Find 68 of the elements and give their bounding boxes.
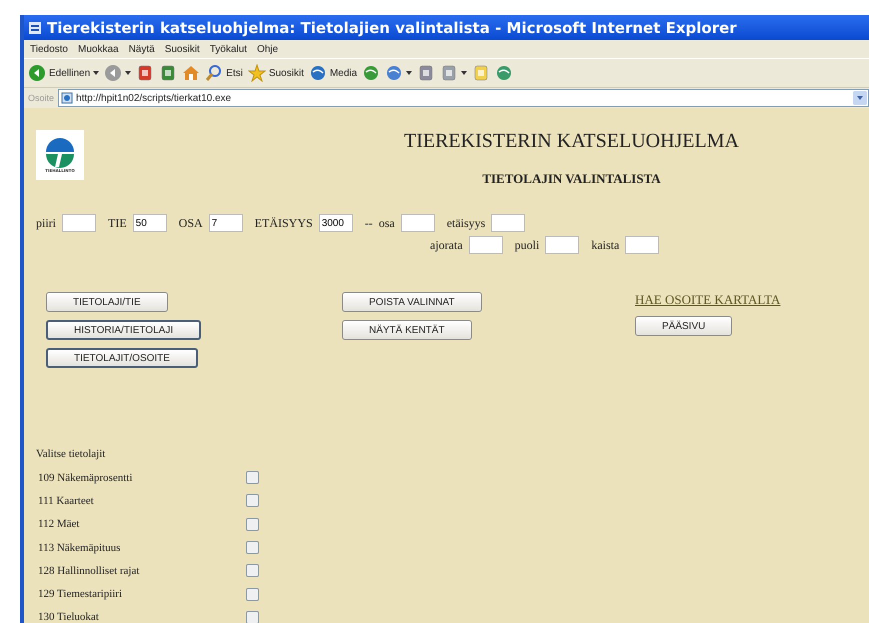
field-label: etäisyys: [446, 216, 486, 230]
data-type-label: 112 Mäet: [38, 518, 80, 530]
data-type-label: 109 Näkemäprosentti: [38, 472, 134, 484]
page-icon: [61, 92, 74, 104]
address-field[interactable]: http://hpit1n02/scripts/tierkat10.exe: [58, 89, 869, 107]
search-icon: [205, 64, 224, 82]
input-field[interactable]: [62, 214, 96, 232]
field-label: ajorata: [430, 238, 463, 252]
logo-icon: [45, 138, 75, 168]
caret-icon[interactable]: [125, 71, 132, 75]
form-button[interactable]: PÄÄSIVU: [635, 316, 732, 336]
dropdown-icon[interactable]: [853, 91, 867, 105]
input-field[interactable]: [491, 214, 526, 232]
checkbox[interactable]: [246, 564, 259, 578]
field-label: puoli: [514, 238, 540, 252]
form-button[interactable]: TIETOLAJIT/OSOITE: [46, 348, 198, 368]
field-label: piiri: [36, 216, 56, 230]
data-type-label: 128 Hallinnolliset rajat: [38, 564, 140, 577]
toolbar-button[interactable]: Media: [308, 64, 358, 82]
field-label: kaista: [591, 238, 620, 252]
field-label: osa: [378, 216, 395, 230]
input-field[interactable]: [468, 236, 503, 254]
data-type-label: 129 Tiemestaripiiri: [38, 588, 124, 600]
form-button[interactable]: TIETOLAJI/TIE: [46, 292, 168, 312]
data-type-label: 111 Kaarteet: [38, 494, 95, 507]
checkbox[interactable]: [246, 471, 259, 484]
range-separator: --: [364, 216, 373, 230]
toolbar-button[interactable]: Edellinen: [28, 64, 90, 82]
input-field[interactable]: [625, 236, 660, 254]
data-type-label: 130 Tieluokat: [38, 611, 100, 623]
input-field[interactable]: 7: [208, 214, 243, 232]
field-label: ETÄISYYS: [254, 216, 313, 230]
form-button[interactable]: NÄYTÄ KENTÄT: [342, 320, 472, 340]
toolbar-button[interactable]: Etsi: [205, 64, 243, 82]
checkbox[interactable]: [246, 610, 259, 623]
menu-item[interactable]: Tiedosto: [30, 44, 68, 54]
window-title: Tierekisterin katseluohjelma: Tietolajien valintalista - Microsoft Internet Explorer: [47, 18, 737, 36]
field-label: OSA: [178, 216, 203, 230]
address-label: Osoite: [28, 93, 54, 103]
browser-icon: [28, 20, 42, 34]
star-icon: [248, 64, 266, 82]
menu-item[interactable]: Ohje: [256, 44, 278, 54]
map-link[interactable]: HAE OSOITE KARTALTA: [635, 292, 780, 308]
list-label: Valitse tietolajit: [36, 448, 106, 460]
checkbox[interactable]: [246, 518, 259, 531]
page-heading: TIEREKISTERIN KATSELUOHJELMA: [404, 130, 739, 153]
toolbar-button[interactable]: Suosikit: [248, 64, 304, 82]
checkbox[interactable]: [246, 494, 259, 508]
menu-item[interactable]: Näytä: [128, 44, 155, 54]
menu-item[interactable]: Työkalut: [210, 44, 247, 54]
form-button[interactable]: POISTA VALINNAT: [342, 292, 482, 312]
home-icon[interactable]: [182, 64, 200, 82]
input-field[interactable]: 50: [132, 214, 167, 232]
caret-icon[interactable]: [461, 71, 468, 75]
data-type-label: 113 Näkemäpituus: [38, 542, 122, 554]
checkbox[interactable]: [246, 541, 259, 554]
input-field[interactable]: 3000: [318, 214, 353, 232]
caret-icon[interactable]: [406, 71, 412, 75]
menu-item[interactable]: Suosikit: [164, 44, 200, 54]
input-field[interactable]: [545, 236, 580, 254]
menu-item[interactable]: Muokkaa: [78, 44, 119, 54]
checkbox[interactable]: [246, 588, 259, 601]
back-icon: [28, 64, 46, 82]
form-button[interactable]: HISTORIA/TIETOLAJI: [46, 320, 202, 340]
field-label: TIE: [108, 216, 127, 230]
caret-icon[interactable]: [93, 71, 100, 75]
input-field[interactable]: [400, 214, 435, 232]
page-subheading: TIETOLAJIN VALINTALISTA: [482, 171, 661, 187]
